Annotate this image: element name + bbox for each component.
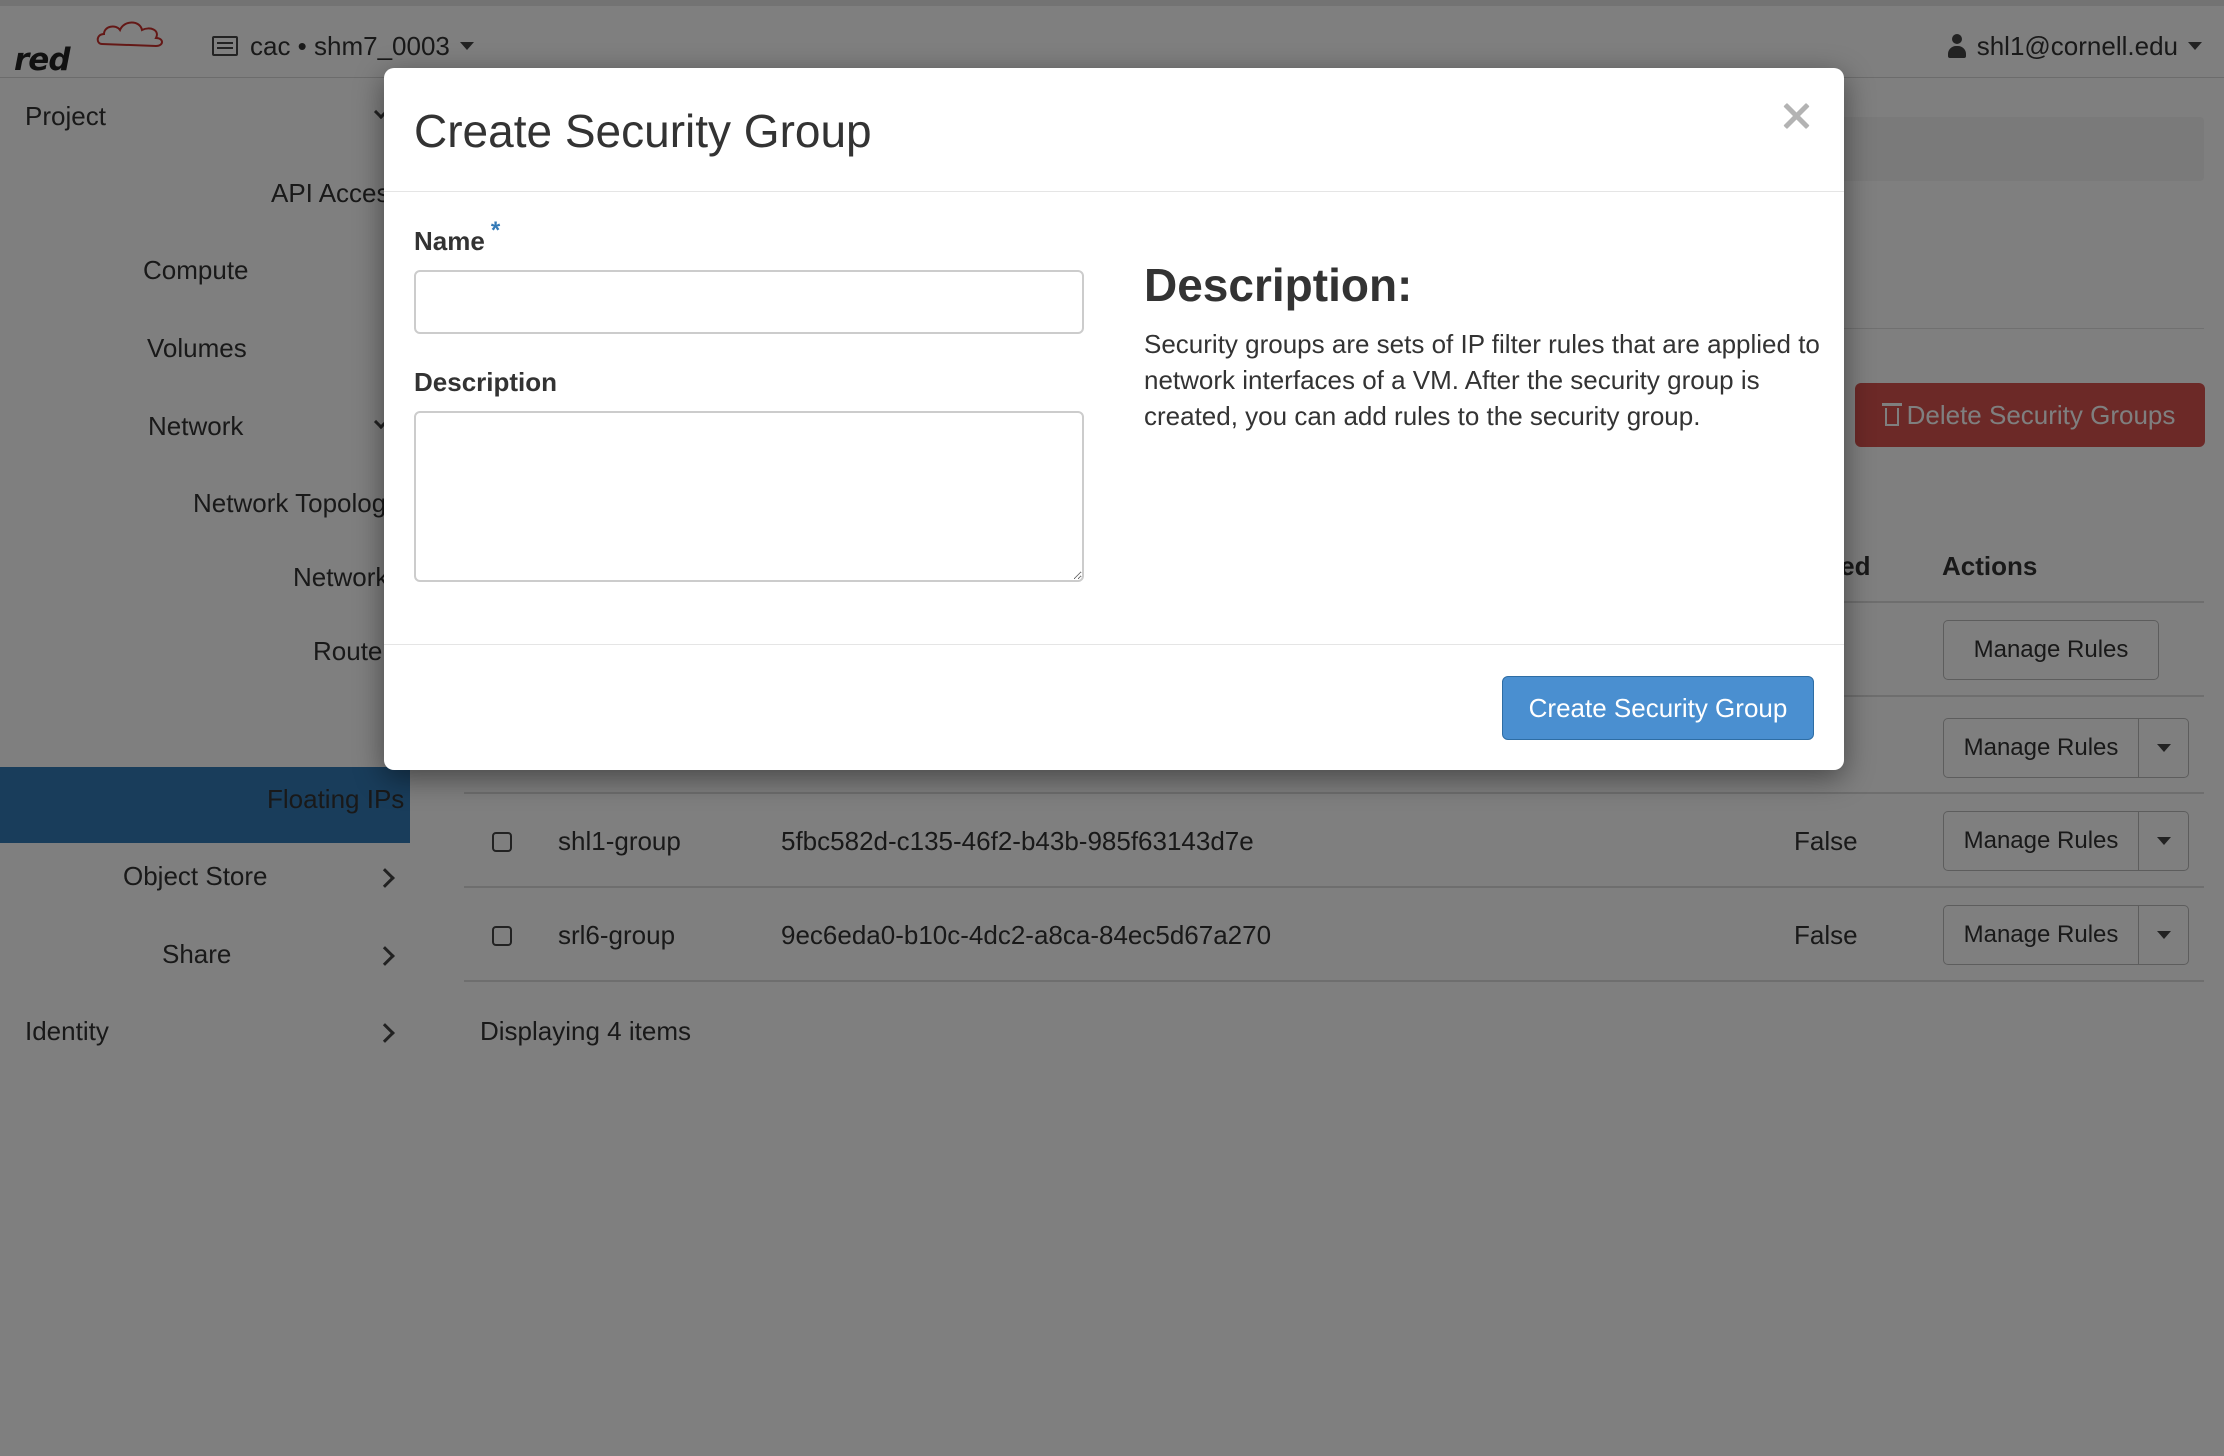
name-input[interactable] xyxy=(414,270,1084,334)
create-security-group-modal: Create Security Group Name * Description … xyxy=(384,68,1844,770)
name-label-text: Name xyxy=(414,226,485,256)
modal-footer-divider xyxy=(384,644,1844,645)
help-text: Security groups are sets of IP filter ru… xyxy=(1144,329,1820,431)
create-security-group-button[interactable]: Create Security Group xyxy=(1502,676,1814,740)
modal-title: Create Security Group xyxy=(414,105,872,157)
description-field-label: Description xyxy=(414,367,558,397)
required-indicator: * xyxy=(490,217,501,244)
submit-button-label: Create Security Group xyxy=(1528,692,1788,723)
modal-header: Create Security Group xyxy=(384,68,1844,192)
close-icon[interactable] xyxy=(1776,96,1816,136)
description-textarea[interactable] xyxy=(414,411,1084,582)
help-title: Description: xyxy=(1144,259,1413,311)
name-field-label: Name * xyxy=(414,217,500,257)
